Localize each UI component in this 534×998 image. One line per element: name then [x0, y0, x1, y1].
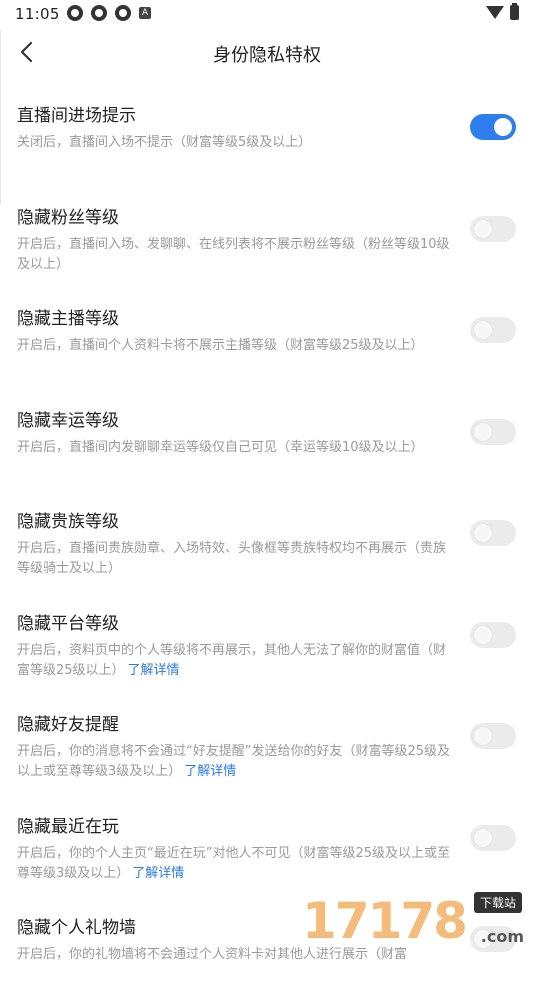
setting-title: 隐藏个人礼物墙 — [17, 918, 136, 938]
setting-row: 隐藏粉丝等级开启后，直播间入场、发聊聊、在线列表将不展示粉丝等级（粉丝等级10级… — [0, 186, 534, 288]
app-notification-icon — [67, 5, 83, 21]
setting-description: 关闭后，直播间入场不提示（财富等级5级及以上） — [17, 133, 457, 153]
watermark-number: 17178 — [302, 892, 468, 950]
settings-list: 直播间进场提示 关闭后，直播间入场不提示（财富等级5级及以上） 隐藏粉丝等级 开启后，… — [0, 84, 534, 998]
header: 身份隐私特权 — [0, 28, 534, 76]
setting-title: 隐藏最近在玩 — [17, 816, 119, 837]
setting-description: 开启后，你的消息将不会通过“好友提醒”发送给你的好友（财富等级25级及以上或至尊… — [17, 742, 457, 782]
setting-row: 隐藏好友提醒开启后，你的消息将不会通过“好友提醒”发送给你的好友（财富等级25级… — [0, 693, 534, 795]
watermark-logo: 17178 下载站 .com — [302, 890, 528, 950]
setting-title: 隐藏主播等级 — [17, 309, 119, 329]
setting-row: 隐藏幸运等级开启后，直播间内发聊聊幸运等级仅自己可见（幸运等级10级及以上） — [0, 389, 534, 491]
toggle-knob — [494, 118, 512, 136]
toggle-knob — [474, 625, 492, 644]
setting-title: 隐藏好友提醒 — [17, 715, 119, 735]
toggle-knob — [474, 727, 492, 745]
setting-description-text: 开启后，直播间贵族勋章、入场特效、头像框等贵族特权均不再展示（贵族等级骑士及以上… — [17, 541, 447, 576]
learn-more-link[interactable]: 了解详情 — [184, 764, 236, 779]
setting-description: 开启后，你的个人主页“最近在玩”对他人不可见（财富等级25级及以上或至尊等级3级… — [17, 844, 457, 884]
setting-row: 隐藏最近在玩开启后，你的个人主页“最近在玩”对他人不可见（财富等级25级及以上或… — [0, 795, 534, 897]
setting-toggle[interactable] — [470, 520, 516, 546]
page-title: 身份隐私特权 — [213, 45, 321, 66]
setting-description-text: 开启后，直播间个人资料卡将不展示主播等级（财富等级25级及以上） — [17, 338, 424, 353]
setting-description: 开启后，直播间贵族勋章、入场特效、头像框等贵族特权均不再展示（贵族等级骑士及以上… — [17, 539, 457, 579]
toggle-knob — [474, 828, 492, 847]
watermark-badge: 下载站 — [473, 892, 522, 913]
setting-description-text: 关闭后，直播间入场不提示（财富等级5级及以上） — [17, 135, 312, 150]
toggle-knob — [474, 422, 492, 441]
toggle-knob — [474, 321, 492, 339]
setting-row: 直播间进场提示关闭后，直播间入场不提示（财富等级5级及以上） — [0, 84, 534, 186]
status-time: 11:05 — [15, 5, 60, 23]
setting-toggle[interactable] — [470, 215, 516, 242]
setting-title: 直播间进场提示 — [17, 106, 136, 126]
setting-row: 隐藏主播等级开启后，直播间个人资料卡将不展示主播等级（财富等级25级及以上） — [0, 287, 534, 389]
setting-toggle[interactable] — [470, 621, 516, 648]
battery-icon — [510, 3, 519, 20]
setting-title: 隐藏贵族等级 — [17, 512, 119, 532]
status-bar: 11:05 A — [0, 0, 534, 28]
setting-description: 开启后，直播间个人资料卡将不展示主播等级（财富等级25级及以上） — [17, 336, 457, 356]
learn-more-link[interactable]: 了解详情 — [132, 866, 184, 881]
setting-description: 开启后，资料页中的个人等级将不再展示，其他人无法了解你的财富值（财富等级25级以… — [17, 641, 457, 681]
setting-title: 隐藏平台等级 — [17, 613, 119, 634]
toggle-knob — [474, 524, 492, 542]
status-system-icons — [486, 3, 519, 20]
setting-description-text: 开启后，直播间内发聊聊幸运等级仅自己可见（幸运等级10级及以上） — [17, 439, 424, 455]
setting-toggle[interactable] — [470, 824, 516, 851]
setting-description: 开启后，直播间入场、发聊聊、在线列表将不展示粉丝等级（粉丝等级10级及以上） — [17, 235, 457, 275]
watermark-suffix: .com — [480, 927, 524, 946]
setting-toggle[interactable] — [470, 723, 516, 749]
app-notification-icon — [91, 5, 107, 21]
setting-description-text: 开启后，资料页中的个人等级将不再展示，其他人无法了解你的财富值（财富等级25级以… — [17, 642, 447, 678]
learn-more-link[interactable]: 了解详情 — [128, 663, 180, 678]
setting-title: 隐藏粉丝等级 — [17, 207, 119, 228]
setting-description-text: 开启后，你的个人主页“最近在玩”对他人不可见（财富等级25级及以上或至尊等级3级… — [17, 845, 451, 881]
status-notifications: A — [67, 5, 151, 21]
setting-toggle[interactable] — [470, 317, 516, 343]
setting-row: 隐藏平台等级开启后，资料页中的个人等级将不再展示，其他人无法了解你的财富值（财富… — [0, 592, 534, 694]
app-notification-icon — [115, 5, 131, 21]
setting-row: 隐藏贵族等级开启后，直播间贵族勋章、入场特效、头像框等贵族特权均不再展示（贵族等… — [0, 490, 534, 592]
setting-description-text: 开启后，直播间入场、发聊聊、在线列表将不展示粉丝等级（粉丝等级10级及以上） — [17, 236, 450, 272]
setting-title: 隐藏幸运等级 — [17, 410, 119, 431]
a-notification-icon: A — [139, 7, 151, 19]
setting-toggle[interactable] — [470, 114, 516, 140]
setting-description: 开启后，直播间内发聊聊幸运等级仅自己可见（幸运等级10级及以上） — [17, 438, 457, 458]
setting-toggle[interactable] — [470, 418, 516, 445]
wifi-icon — [486, 6, 504, 19]
toggle-knob — [474, 219, 492, 238]
